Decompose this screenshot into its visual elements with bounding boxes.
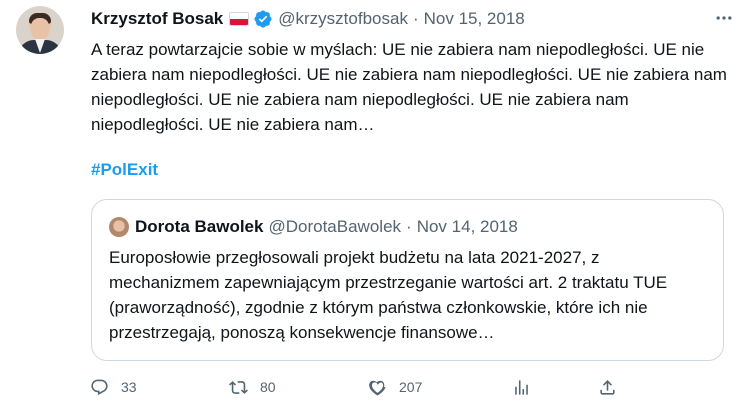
like-button[interactable]: 207 <box>368 375 422 399</box>
share-icon <box>600 379 615 395</box>
retweet-button[interactable]: 80 <box>229 375 276 399</box>
tweet-header: Krzysztof Bosak @krzysztofbosak · Nov 15… <box>91 8 525 30</box>
quoted-tweet[interactable]: Dorota Bawolek @DorotaBawolek · Nov 14, … <box>91 199 724 361</box>
tweet-actions: 33 80 207 <box>88 375 728 399</box>
verified-badge-icon[interactable] <box>253 9 273 29</box>
author-handle[interactable]: @krzysztofbosak <box>278 9 408 29</box>
reply-count: 33 <box>121 379 137 395</box>
tweet-text: A teraz powtarzajcie sobie w myślach: UE… <box>91 40 727 134</box>
more-icon <box>716 16 732 20</box>
views-icon <box>515 379 528 395</box>
tweet-date[interactable]: Nov 15, 2018 <box>424 9 525 29</box>
views-button[interactable] <box>512 375 531 399</box>
quoted-tweet-header: Dorota Bawolek @DorotaBawolek · Nov 14, … <box>109 216 518 238</box>
quoted-author-name: Dorota Bawolek <box>135 217 264 236</box>
like-icon <box>369 380 386 395</box>
share-button[interactable] <box>598 375 617 399</box>
quoted-header-separator: · <box>406 217 412 236</box>
more-button[interactable] <box>712 8 736 28</box>
author-avatar[interactable] <box>16 6 64 54</box>
retweet-icon <box>229 380 248 394</box>
reply-button[interactable]: 33 <box>90 375 137 399</box>
quoted-tweet-date: Nov 14, 2018 <box>416 217 518 236</box>
quoted-tweet-text: Europosłowie przegłosowali projekt budże… <box>109 248 668 342</box>
hashtag-link[interactable]: #PolExit <box>91 159 158 181</box>
quoted-author-handle: @DorotaBawolek <box>268 217 402 236</box>
author-name[interactable]: Krzysztof Bosak <box>91 9 223 29</box>
quoted-author-avatar <box>109 217 129 237</box>
header-separator: · <box>412 9 419 28</box>
polish-flag-icon <box>229 12 250 26</box>
like-count: 207 <box>399 379 423 395</box>
retweet-count: 80 <box>260 379 276 395</box>
reply-icon <box>91 379 108 395</box>
